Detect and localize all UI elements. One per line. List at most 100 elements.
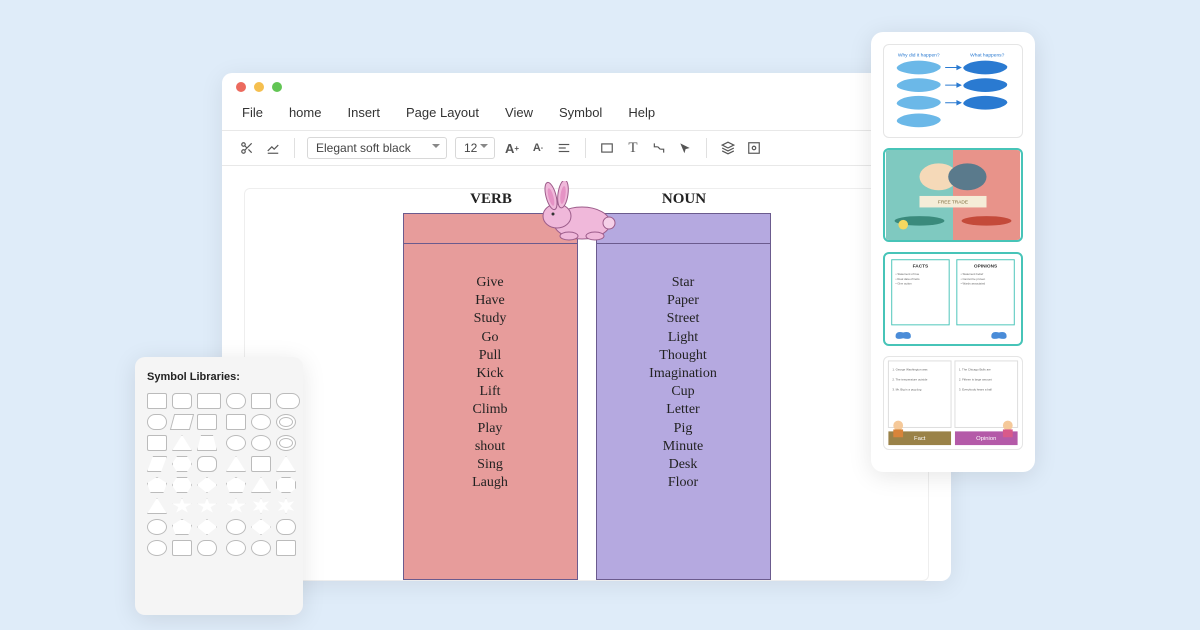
pointer-tool-icon[interactable] <box>676 139 694 157</box>
symbol-grid <box>147 393 291 556</box>
symbol-shape[interactable] <box>251 435 271 451</box>
template-thumbnail-3[interactable]: FACTS OPINIONS • Statement of true • Rea… <box>883 252 1023 346</box>
svg-text:3. Everybody hears a ball: 3. Everybody hears a ball <box>959 387 992 391</box>
verb-column[interactable]: VERB GiveHaveStudyGoPullKickLiftClimbPla… <box>403 213 578 580</box>
svg-text:FACTS: FACTS <box>913 263 929 269</box>
menu-home[interactable]: home <box>289 105 322 120</box>
symbol-shape[interactable] <box>147 477 167 493</box>
symbol-shape[interactable] <box>197 519 217 535</box>
symbol-shape[interactable] <box>147 519 167 535</box>
symbol-shape[interactable] <box>172 540 192 556</box>
symbol-shape[interactable] <box>197 477 217 493</box>
cut-icon[interactable] <box>238 139 256 157</box>
minimize-window-button[interactable] <box>254 82 264 92</box>
svg-text:Why did it happen?: Why did it happen? <box>898 53 940 59</box>
svg-text:What happens?: What happens? <box>970 53 1004 59</box>
focus-icon[interactable] <box>745 139 763 157</box>
menu-page-layout[interactable]: Page Layout <box>406 105 479 120</box>
symbol-shape[interactable] <box>172 435 192 451</box>
symbol-shape[interactable] <box>172 456 192 472</box>
symbol-shape[interactable] <box>226 435 246 451</box>
symbol-shape[interactable] <box>197 435 217 451</box>
connector-icon[interactable] <box>650 139 668 157</box>
symbol-shape[interactable] <box>147 540 167 556</box>
symbol-shape[interactable] <box>170 414 194 430</box>
text-tool-icon[interactable]: T <box>624 139 642 157</box>
menu-help[interactable]: Help <box>628 105 655 120</box>
symbol-shape[interactable] <box>276 498 296 514</box>
noun-column[interactable]: NOUN StarPaperStreetLightThoughtImaginat… <box>596 213 771 580</box>
noun-word: Imagination <box>597 365 770 383</box>
font-family-select[interactable]: Elegant soft black <box>307 137 447 159</box>
symbol-shape[interactable] <box>197 498 217 514</box>
symbol-shape[interactable] <box>276 519 296 535</box>
verb-word: Have <box>404 292 577 310</box>
noun-word: Star <box>597 274 770 292</box>
symbol-shape[interactable] <box>251 540 271 556</box>
svg-text:OPINIONS: OPINIONS <box>974 263 997 269</box>
template-thumbnail-4[interactable]: 1. George Washington was 2. The temperat… <box>883 356 1023 450</box>
symbol-libraries-panel[interactable]: Symbol Libraries: <box>135 357 303 615</box>
symbol-shape[interactable] <box>147 435 167 451</box>
canvas[interactable]: VERB GiveHaveStudyGoPullKickLiftClimbPla… <box>244 188 929 581</box>
template-thumbnail-2[interactable]: FREE TRADE <box>883 148 1023 242</box>
menu-symbol[interactable]: Symbol <box>559 105 602 120</box>
rectangle-shape-icon[interactable] <box>598 139 616 157</box>
symbol-shape[interactable] <box>251 498 271 514</box>
verb-word: Study <box>404 310 577 328</box>
symbol-shape[interactable] <box>276 477 296 493</box>
verb-word: Go <box>404 329 577 347</box>
titlebar <box>222 73 951 101</box>
symbol-shape[interactable] <box>276 393 300 409</box>
symbol-shape[interactable] <box>197 456 217 472</box>
menu-insert[interactable]: Insert <box>347 105 380 120</box>
verb-word: Give <box>404 274 577 292</box>
t-chart[interactable]: VERB GiveHaveStudyGoPullKickLiftClimbPla… <box>403 213 771 580</box>
align-icon[interactable] <box>555 139 573 157</box>
symbol-shape[interactable] <box>226 498 246 514</box>
svg-text:2. Fifteen is large amount: 2. Fifteen is large amount <box>959 377 992 381</box>
font-size-value: 12 <box>464 141 477 155</box>
symbol-shape[interactable] <box>197 393 221 409</box>
symbol-shape[interactable] <box>147 393 167 409</box>
symbol-shape[interactable] <box>226 477 246 493</box>
symbol-shape[interactable] <box>147 414 167 430</box>
symbol-shape[interactable] <box>172 477 192 493</box>
font-family-value: Elegant soft black <box>316 141 411 155</box>
symbol-shape[interactable] <box>172 498 192 514</box>
bunny-clipart[interactable] <box>527 181 627 241</box>
symbol-shape[interactable] <box>251 393 271 409</box>
symbol-shape[interactable] <box>276 456 296 472</box>
symbol-shape[interactable] <box>197 540 217 556</box>
svg-text:• Give action: • Give action <box>896 282 913 286</box>
symbol-shape[interactable] <box>172 393 192 409</box>
symbol-shape[interactable] <box>147 456 167 472</box>
format-painter-icon[interactable] <box>264 139 282 157</box>
symbol-shape[interactable] <box>147 498 167 514</box>
symbol-shape[interactable] <box>226 456 246 472</box>
symbol-shape[interactable] <box>226 519 246 535</box>
font-size-select[interactable]: 12 <box>455 137 495 159</box>
menu-view[interactable]: View <box>505 105 533 120</box>
symbol-shape[interactable] <box>251 477 271 493</box>
symbol-shape[interactable] <box>197 414 217 430</box>
symbol-shape[interactable] <box>226 540 246 556</box>
template-thumbnail-1[interactable]: Why did it happen? What happens? <box>883 44 1023 138</box>
svg-text:• Statement of true: • Statement of true <box>896 272 920 276</box>
symbol-shape[interactable] <box>276 414 296 430</box>
decrease-font-icon[interactable]: A- <box>529 139 547 157</box>
symbol-shape[interactable] <box>251 519 271 535</box>
menu-file[interactable]: File <box>242 105 263 120</box>
symbol-shape[interactable] <box>276 540 296 556</box>
increase-font-icon[interactable]: A+ <box>503 139 521 157</box>
symbol-shape[interactable] <box>276 435 296 451</box>
symbol-shape[interactable] <box>251 456 271 472</box>
symbol-shape[interactable] <box>172 519 192 535</box>
layers-icon[interactable] <box>719 139 737 157</box>
symbol-shape[interactable] <box>226 393 246 409</box>
noun-word: Floor <box>597 474 770 492</box>
close-window-button[interactable] <box>236 82 246 92</box>
symbol-shape[interactable] <box>226 414 246 430</box>
symbol-shape[interactable] <box>251 414 271 430</box>
maximize-window-button[interactable] <box>272 82 282 92</box>
